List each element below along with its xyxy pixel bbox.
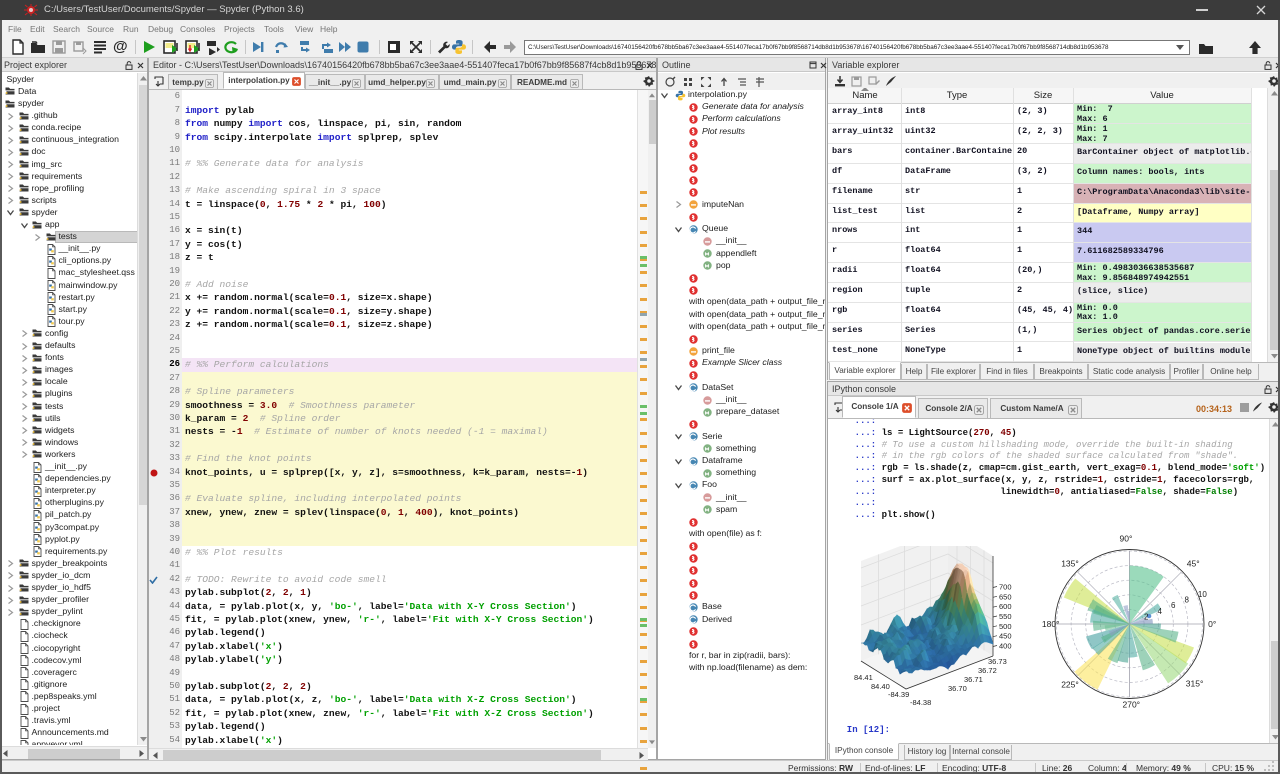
svg-text:550: 550	[999, 612, 1012, 621]
svg-text:6: 6	[1171, 601, 1176, 610]
svg-text:270°: 270°	[1123, 700, 1141, 710]
svg-text:0°: 0°	[1208, 619, 1216, 629]
svg-text:135°: 135°	[1061, 559, 1079, 569]
svg-text:400: 400	[999, 642, 1012, 651]
svg-text:650: 650	[999, 592, 1012, 601]
svg-text:-84.39: -84.39	[888, 690, 909, 699]
svg-text:450: 450	[999, 632, 1012, 641]
svg-text:90°: 90°	[1120, 533, 1133, 543]
svg-text:36.70: 36.70	[948, 684, 967, 693]
svg-text:500: 500	[999, 622, 1012, 631]
svg-text:45°: 45°	[1187, 559, 1200, 569]
svg-text:700: 700	[999, 583, 1012, 592]
svg-text:36.73: 36.73	[988, 657, 1007, 666]
svg-text:225°: 225°	[1061, 679, 1079, 689]
svg-text:36.72: 36.72	[978, 666, 997, 675]
svg-text:315°: 315°	[1186, 678, 1204, 688]
svg-text:8: 8	[1185, 596, 1190, 605]
svg-text:-84.38: -84.38	[910, 698, 931, 707]
svg-text:180°: 180°	[1042, 619, 1060, 629]
svg-text:84.40: 84.40	[871, 682, 890, 691]
svg-text:2: 2	[1144, 612, 1149, 621]
svg-text:10: 10	[1198, 590, 1207, 599]
svg-text:84.41: 84.41	[854, 673, 873, 682]
svg-text:36.71: 36.71	[964, 675, 983, 684]
svg-text:600: 600	[999, 602, 1012, 611]
svg-text:4: 4	[1158, 607, 1163, 616]
